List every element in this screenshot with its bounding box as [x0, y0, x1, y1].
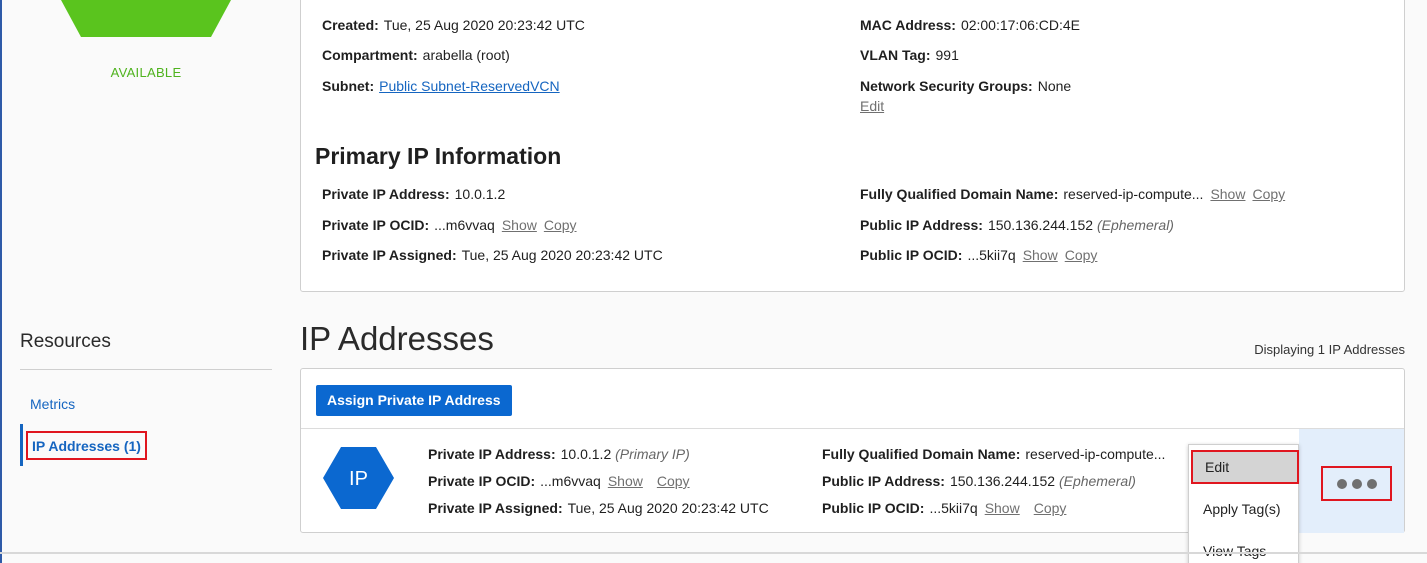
vlan-row: VLAN Tag: 991 [860, 47, 959, 63]
primary-public-ip-value: 150.136.244.152 [987, 217, 1094, 233]
row-private-ip: Private IP Address: 10.0.1.2 (Primary IP) [428, 446, 690, 462]
primary-ip-section-title: Primary IP Information [315, 143, 562, 169]
row-public-ip: Public IP Address: 150.136.244.152 (Ephem… [822, 473, 1136, 489]
row-ocid-copy-link[interactable]: Copy [657, 473, 690, 489]
row-private-ip-note: (Primary IP) [615, 446, 690, 462]
primary-public-ip-label: Public IP Address: [860, 217, 983, 233]
row-assigned-value: Tue, 25 Aug 2020 20:23:42 UTC [567, 500, 769, 516]
ip-hexagon-icon: IP [323, 447, 394, 509]
row-ocid-value: ...m6vvaq [540, 473, 601, 489]
primary-fqdn-value: reserved-ip-compute... [1063, 186, 1204, 202]
menu-item-apply-tags[interactable]: Apply Tag(s) [1189, 501, 1298, 517]
instance-status-label: AVAILABLE [110, 65, 182, 80]
menu-item-edit[interactable]: Edit [1191, 450, 1299, 484]
primary-assigned-label: Private IP Assigned: [322, 247, 457, 263]
row-private-ip-label: Private IP Address: [428, 446, 556, 462]
compartment-value: arabella (root) [422, 47, 510, 63]
nsg-edit-row: Edit [860, 98, 884, 114]
nsg-row: Network Security Groups: None [860, 78, 1071, 94]
row-actions-cell [1299, 429, 1404, 533]
primary-fqdn-show-link[interactable]: Show [1210, 186, 1245, 202]
row-fqdn-value: reserved-ip-compute... [1025, 446, 1166, 462]
row-fqdn: Fully Qualified Domain Name: reserved-ip-… [822, 446, 1165, 462]
primary-public-ocid-label: Public IP OCID: [860, 247, 963, 263]
primary-private-ip-label: Private IP Address: [322, 186, 450, 202]
nsg-value: None [1037, 78, 1072, 94]
primary-private-ip-value: 10.0.1.2 [454, 186, 506, 202]
compartment-row: Compartment: arabella (root) [322, 47, 510, 63]
row-private-ip-value: 10.0.1.2 [560, 446, 612, 462]
resources-divider [20, 369, 272, 370]
primary-fqdn-row: Fully Qualified Domain Name: reserved-ip-… [860, 186, 1285, 202]
ip-addresses-title: IP Addresses [300, 320, 494, 357]
row-public-ocid: Public IP OCID: ...5kii7q Show Copy [822, 500, 1066, 516]
primary-assigned-value: Tue, 25 Aug 2020 20:23:42 UTC [461, 247, 663, 263]
row-public-ip-type: (Ephemeral) [1058, 473, 1136, 489]
nsg-edit-link[interactable]: Edit [860, 98, 884, 114]
row-ocid: Private IP OCID: ...m6vvaq Show Copy [428, 473, 690, 489]
more-dot-icon [1366, 478, 1377, 489]
created-label: Created: [322, 17, 379, 33]
primary-public-ocid-value: ...5kii7q [967, 247, 1016, 263]
primary-ocid-copy-link[interactable]: Copy [544, 217, 577, 233]
primary-public-ip-row: Public IP Address: 150.136.244.152 (Ephem… [860, 217, 1174, 233]
primary-ocid-row: Private IP OCID: ...m6vvaq Show Copy [322, 217, 577, 233]
row-assigned-label: Private IP Assigned: [428, 500, 563, 516]
primary-ocid-show-link[interactable]: Show [502, 217, 537, 233]
primary-public-ocid-copy-link[interactable]: Copy [1065, 247, 1098, 263]
menu-item-view-tags[interactable]: View Tags [1189, 543, 1298, 559]
row-ocid-label: Private IP OCID: [428, 473, 536, 489]
row-ocid-show-link[interactable]: Show [608, 473, 643, 489]
resources-nav-ip-addresses[interactable]: IP Addresses (1) [26, 431, 147, 460]
primary-public-ocid-show-link[interactable]: Show [1023, 247, 1058, 263]
mac-value: 02:00:17:06:CD:4E [960, 17, 1081, 33]
row-public-ip-value: 150.136.244.152 [949, 473, 1056, 489]
row-public-ocid-show-link[interactable]: Show [985, 500, 1020, 516]
row-actions-menu-button[interactable] [1321, 466, 1392, 501]
subnet-link[interactable]: Public Subnet-ReservedVCN [379, 78, 560, 94]
primary-public-ip-type: (Ephemeral) [1096, 217, 1174, 233]
vlan-label: VLAN Tag: [860, 47, 931, 63]
subnet-label: Subnet: [322, 78, 375, 94]
subnet-row: Subnet: Public Subnet-ReservedVCN [322, 78, 560, 94]
more-dot-icon [1351, 478, 1362, 489]
created-value: Tue, 25 Aug 2020 20:23:42 UTC [383, 17, 585, 33]
nsg-label: Network Security Groups: [860, 78, 1033, 94]
primary-fqdn-copy-link[interactable]: Copy [1252, 186, 1285, 202]
created-row: Created: Tue, 25 Aug 2020 20:23:42 UTC [322, 17, 585, 33]
more-dot-icon [1336, 478, 1347, 489]
row-public-ocid-value: ...5kii7q [929, 500, 978, 516]
row-public-ocid-copy-link[interactable]: Copy [1034, 500, 1067, 516]
primary-fqdn-label: Fully Qualified Domain Name: [860, 186, 1059, 202]
primary-ocid-value: ...m6vvaq [434, 217, 495, 233]
resources-nav-active-indicator [20, 424, 23, 466]
ip-addresses-count: Displaying 1 IP Addresses [1254, 342, 1405, 357]
vlan-value: 991 [935, 47, 959, 63]
primary-assigned-row: Private IP Assigned: Tue, 25 Aug 2020 20:… [322, 247, 663, 263]
mac-row: MAC Address: 02:00:17:06:CD:4E [860, 17, 1080, 33]
primary-public-ocid-row: Public IP OCID: ...5kii7q Show Copy [860, 247, 1097, 263]
primary-private-ip-row: Private IP Address: 10.0.1.2 [322, 186, 505, 202]
primary-ocid-label: Private IP OCID: [322, 217, 430, 233]
mac-label: MAC Address: [860, 17, 956, 33]
compartment-label: Compartment: [322, 47, 418, 63]
row-public-ocid-label: Public IP OCID: [822, 500, 925, 516]
ip-hexagon-text: IP [349, 468, 368, 490]
page-bottom-divider [0, 552, 1427, 554]
resources-heading: Resources [20, 331, 111, 352]
row-public-ip-label: Public IP Address: [822, 473, 945, 489]
resources-nav-metrics[interactable]: Metrics [30, 396, 75, 412]
instance-status-hexagon-icon [61, 0, 231, 37]
assign-private-ip-button[interactable]: Assign Private IP Address [316, 385, 512, 416]
row-actions-dropdown: Edit Apply Tag(s) View Tags [1188, 444, 1299, 563]
row-assigned: Private IP Assigned: Tue, 25 Aug 2020 20:… [428, 500, 769, 516]
row-fqdn-label: Fully Qualified Domain Name: [822, 446, 1021, 462]
left-edge-accent [0, 0, 2, 563]
